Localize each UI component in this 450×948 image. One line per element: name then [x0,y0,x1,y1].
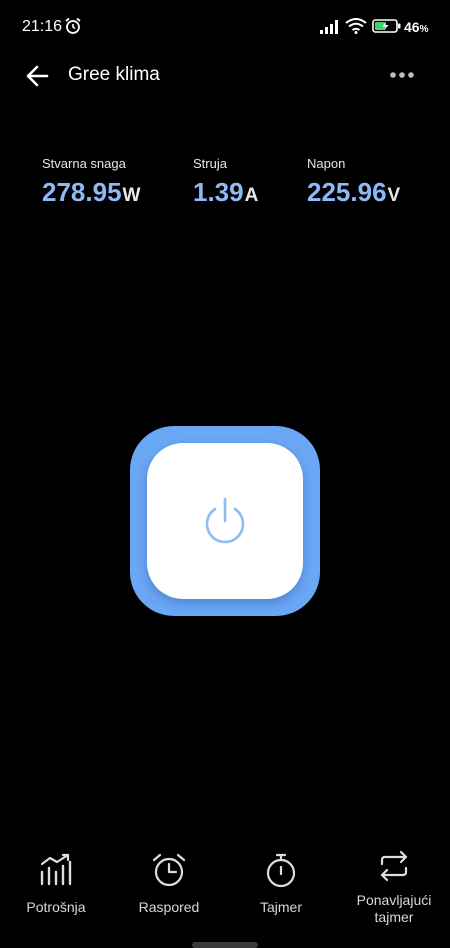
metric-unit: W [122,185,141,206]
back-arrow-icon[interactable] [24,62,52,90]
metric-power: Stvarna snaga 278.95W [42,156,140,208]
bar-chart-icon [40,853,72,886]
metric-voltage: Napon 225.96V [307,156,400,208]
nav-schedule[interactable]: Raspored [113,840,225,916]
page-title: Gree klima [68,64,160,85]
battery-charging-icon [372,19,401,33]
app-header: Gree klima [0,52,450,100]
power-button-face [147,443,303,599]
power-icon [205,497,245,544]
metric-value: 225.96V [307,177,400,208]
metric-label: Napon [307,156,346,171]
metric-number: 278.95 [42,177,122,207]
status-time: 21:16 [22,18,63,35]
metric-current: Struja 1.39A [193,156,258,208]
power-toggle-button[interactable] [130,426,320,616]
metric-value: 1.39A [193,177,258,208]
nav-repeat-timer[interactable]: Ponavljajući tajmer [338,840,450,926]
nav-label: Tajmer [259,899,302,915]
stopwatch-icon [266,853,296,888]
nav-label: Raspored [138,899,200,915]
home-indicator[interactable] [192,942,258,948]
signal-icon [320,20,338,34]
wifi-icon [345,18,367,34]
metric-value: 278.95W [42,177,140,208]
metric-unit: V [387,185,401,206]
metric-number: 1.39 [193,177,244,207]
metric-number: 225.96 [307,177,387,207]
status-bar: 21:16 46% [0,0,450,52]
alarm-clock-icon [152,853,186,887]
nav-label: Potrošnja [26,899,86,915]
alarm-icon [65,17,81,34]
more-options-icon[interactable] [388,65,416,85]
metric-label: Stvarna snaga [42,156,126,171]
metric-label: Struja [193,156,227,171]
battery-percent: 46% [404,19,429,35]
bottom-nav: Potrošnja Raspored Tajmer Ponavljajući ta… [0,840,450,948]
repeat-icon [380,850,408,882]
nav-timer[interactable]: Tajmer [225,840,337,916]
nav-consumption[interactable]: Potrošnja [0,840,112,916]
nav-label: Ponavljajući tajmer [356,892,432,925]
metric-unit: A [244,185,259,206]
